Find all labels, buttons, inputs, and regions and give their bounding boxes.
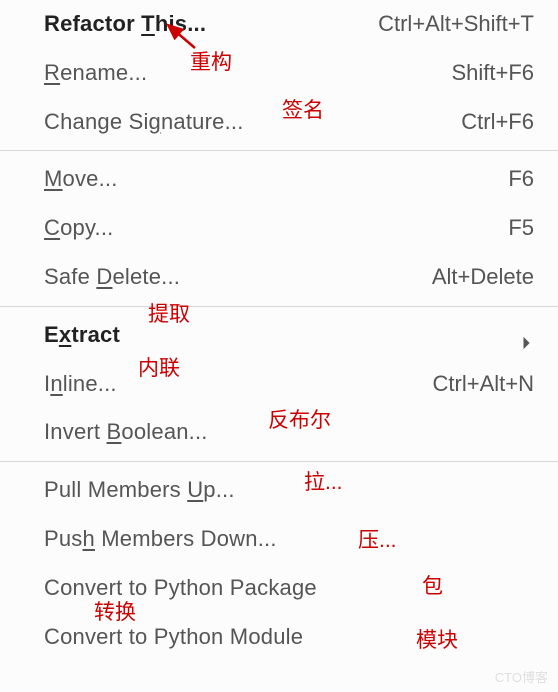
menu-item-label: Inline...: [44, 369, 117, 400]
menu-item-shortcut: F5: [508, 213, 534, 244]
menu-item-shortcut: Shift+F6: [451, 58, 534, 89]
menu-item[interactable]: Copy... F5: [0, 204, 558, 253]
menu-item-label: Rename...: [44, 58, 147, 89]
menu-item-label: Move...: [44, 164, 118, 195]
menu-item-shortcut: Alt+Delete: [432, 262, 534, 293]
menu-item[interactable]: Pull Members Up...: [0, 466, 558, 515]
menu-item[interactable]: Refactor This... Ctrl+Alt+Shift+T: [0, 0, 558, 49]
menu-item-label: Safe Delete...: [44, 262, 180, 293]
menu-item-label: Pull Members Up...: [44, 475, 235, 506]
menu-item-label: Push Members Down...: [44, 524, 277, 555]
menu-item-label: Extract: [44, 320, 120, 351]
menu-item-label: Invert Boolean...: [44, 417, 208, 448]
menu-item[interactable]: Convert to Python Package: [0, 564, 558, 613]
menu-item-label: Refactor This...: [44, 9, 206, 40]
menu-item[interactable]: Change Signature... Ctrl+F6: [0, 98, 558, 147]
menu-separator: [0, 150, 558, 151]
menu-item[interactable]: Convert to Python Module: [0, 613, 558, 662]
menu-item-label: Convert to Python Package: [44, 573, 317, 604]
menu-item-shortcut: F6: [508, 164, 534, 195]
context-menu: Refactor This... Ctrl+Alt+Shift+T Rename..…: [0, 0, 558, 661]
menu-item-shortcut: Ctrl+Alt+N: [433, 369, 534, 400]
menu-item-shortcut: Ctrl+Alt+Shift+T: [378, 9, 534, 40]
menu-item[interactable]: Inline... Ctrl+Alt+N: [0, 360, 558, 409]
chevron-right-icon: [520, 328, 534, 342]
menu-item-label: Change Signature...: [44, 107, 244, 138]
menu-separator: [0, 306, 558, 307]
menu-item-label: Convert to Python Module: [44, 622, 303, 653]
menu-item[interactable]: Push Members Down...: [0, 515, 558, 564]
menu-item-label: Copy...: [44, 213, 113, 244]
menu-item[interactable]: Invert Boolean...: [0, 408, 558, 457]
menu-separator: [0, 461, 558, 462]
watermark: CTO博客: [495, 667, 548, 686]
menu-item-shortcut: Ctrl+F6: [461, 107, 534, 138]
menu-item[interactable]: Extract: [0, 311, 558, 360]
menu-item[interactable]: Safe Delete... Alt+Delete: [0, 253, 558, 302]
menu-item[interactable]: Move... F6: [0, 155, 558, 204]
menu-item[interactable]: Rename... Shift+F6: [0, 49, 558, 98]
